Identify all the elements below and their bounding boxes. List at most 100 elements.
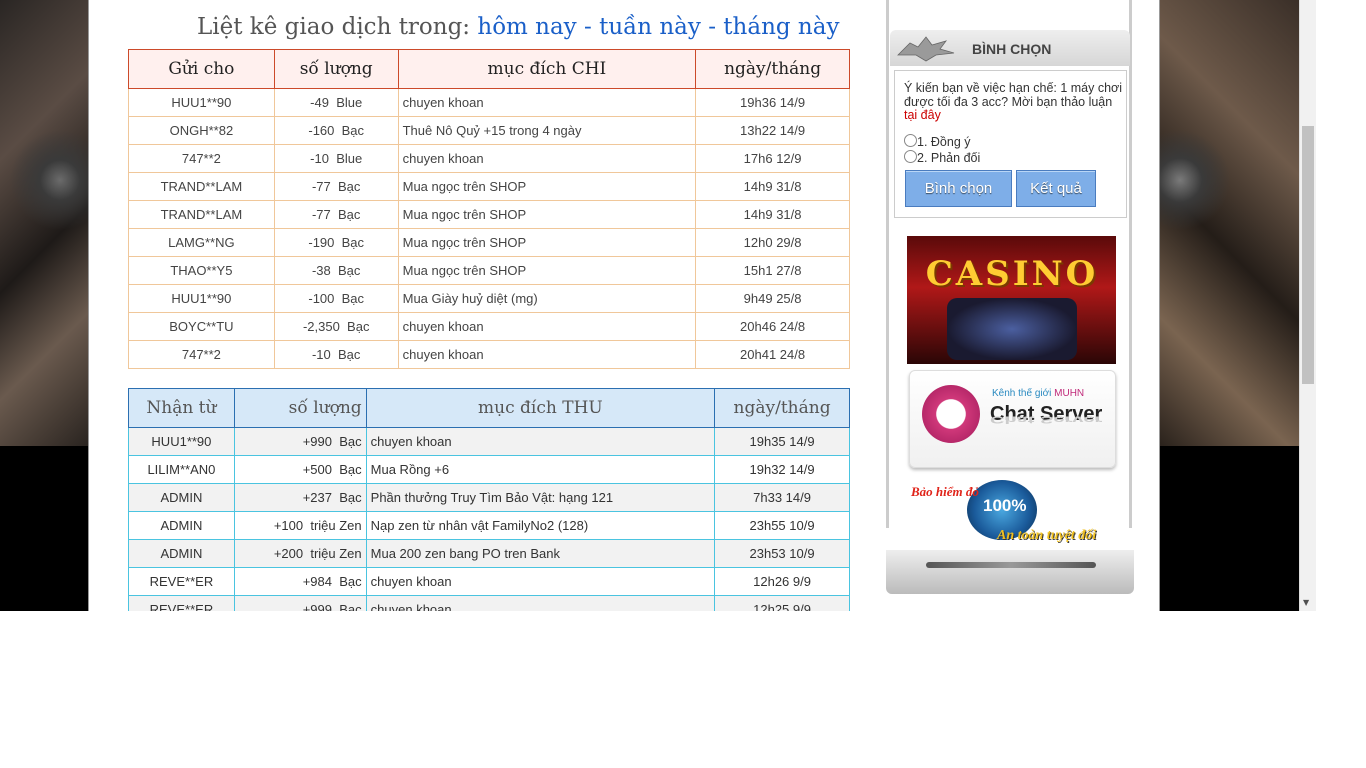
sender-cell: ADMIN (128, 483, 235, 512)
amount-cell: -49 Blue (273, 88, 399, 117)
sender-cell: ADMIN (128, 539, 235, 568)
recipient-cell: ONGH**82 (128, 116, 275, 145)
amount-cell: +500 Bạc (233, 455, 367, 484)
amount-cell: -10 Bạc (273, 340, 399, 369)
income-table: Nhận từ số lượng mục đích THU ngày/tháng… (128, 388, 850, 611)
scrollbar-thumb[interactable] (1302, 126, 1314, 384)
recipient-cell: TRAND**LAM (128, 200, 275, 229)
vote-button[interactable]: Bình chọn (905, 170, 1012, 207)
table-row: LAMG**NG -190 Bạc Mua ngọc trên SHOP 12h0 2… (128, 228, 850, 257)
scroll-down-arrow-icon[interactable]: ▼ (1303, 598, 1309, 607)
radio-button[interactable] (904, 134, 917, 147)
table-row: 747**2 -10 Bạc chuyen khoan 20h41 24/8 (128, 340, 850, 369)
currency-unit: Bạc (338, 179, 361, 194)
recipient-cell: HUU1**90 (128, 284, 275, 313)
amount-value: +100 (273, 518, 304, 533)
recipient-cell: TRAND**LAM (128, 172, 275, 201)
amount-cell: +100 triệu Zen (233, 511, 367, 540)
filter-today-link[interactable]: hôm nay (477, 14, 576, 40)
chat-server-banner[interactable]: Kênh thế giới MUHN Chat Server Chat Serv… (909, 370, 1116, 468)
purpose-cell: Mua 200 zen bang PO tren Bank (365, 539, 716, 568)
results-button[interactable]: Kết quả (1016, 170, 1096, 207)
filter-week-link[interactable]: tuần này (599, 14, 701, 40)
poll-discussion-link[interactable]: tại đây (904, 108, 941, 122)
amount-value: +500 (302, 462, 333, 477)
currency-unit: Bạc (341, 291, 365, 306)
purpose-cell: Mua ngọc trên SHOP (397, 228, 697, 257)
amount-cell: +990 Bạc (233, 427, 367, 456)
poll-option-disagree[interactable]: 2. Phản đối (904, 150, 980, 165)
currency-unit: Bạc (339, 462, 362, 477)
column-header: số lượng (273, 49, 399, 89)
radio-button[interactable] (904, 150, 917, 163)
casino-banner[interactable]: CASINO (907, 236, 1116, 364)
insurance-banner[interactable]: Bảo hiểm đỏ 100% An toàn tuyệt đối (909, 478, 1114, 550)
currency-unit: Bạc (339, 434, 362, 449)
amount-cell: +237 Bạc (233, 483, 367, 512)
poll-option-label: 1. Đồng ý (917, 135, 971, 149)
table-row: ADMIN +200 triệu Zen Mua 200 zen bang PO t… (128, 539, 850, 568)
guarantee-percent: 100% (983, 496, 1027, 515)
title-separator: - (708, 14, 716, 40)
date-cell: 12h0 29/8 (695, 228, 850, 257)
amount-cell: -100 Bạc (273, 284, 399, 313)
currency-unit: triệu Zen (310, 518, 362, 533)
date-cell: 14h9 31/8 (695, 172, 850, 201)
chat-banner-reflection: Chat Server (990, 414, 1103, 425)
poll-question-text: Ý kiến bạn về việc hạn chế: 1 máy chơi đ… (904, 81, 1123, 109)
amount-cell: +200 triệu Zen (233, 539, 367, 568)
poll-header: BÌNH CHỌN (890, 30, 1130, 66)
dragon-icon (897, 36, 955, 62)
sword-icon (926, 562, 1096, 568)
poll-heading: BÌNH CHỌN (972, 41, 1052, 57)
amount-value: +984 (302, 574, 333, 589)
table-row: LILIM**AN0 +500 Bạc Mua Rồng +6 19h32 14/9 (128, 455, 850, 484)
page-content: Liệt kê giao dịch trong: hôm nay - tuần … (88, 0, 1160, 611)
purpose-cell: Mua ngọc trên SHOP (397, 172, 697, 201)
date-cell: 23h53 10/9 (714, 539, 850, 568)
background-art-left (0, 0, 88, 446)
purpose-cell: Mua Rồng +6 (365, 455, 716, 484)
date-cell: 9h49 25/8 (695, 284, 850, 313)
amount-cell: -10 Blue (273, 144, 399, 173)
recipient-cell: THAO**Y5 (128, 256, 275, 285)
table-row: TRAND**LAM -77 Bạc Mua ngọc trên SHOP 14h9 … (128, 172, 850, 201)
amount-value: -49 (310, 95, 329, 110)
table-row: 747**2 -10 Blue chuyen khoan 17h6 12/9 (128, 144, 850, 173)
poll-option-agree[interactable]: 1. Đồng ý (904, 134, 971, 149)
purpose-cell: chuyen khoan (397, 312, 697, 341)
empty-area (0, 611, 1366, 768)
column-header: mục đích CHI (397, 49, 697, 89)
sender-cell: ADMIN (128, 511, 235, 540)
date-cell: 20h46 24/8 (695, 312, 850, 341)
amount-value: -38 (311, 263, 331, 278)
page-scrollbar[interactable]: ▼ (1299, 0, 1316, 611)
date-cell: 17h6 12/9 (695, 144, 850, 173)
recipient-cell: HUU1**90 (128, 88, 275, 117)
currency-unit: Bạc (339, 490, 362, 505)
poll-option-label: 2. Phản đối (917, 151, 981, 165)
amount-value: +237 (302, 490, 333, 505)
amount-value: +200 (273, 546, 304, 561)
table-row: HUU1**90 +990 Bạc chuyen khoan 19h35 14/9 (128, 427, 850, 456)
currency-unit: Bạc (338, 347, 361, 362)
sidebar: BÌNH CHỌN Ý kiến bạn về việc hạn chế: 1 … (886, 0, 1136, 611)
column-header: ngày/tháng (695, 49, 850, 89)
date-cell: 20h41 24/8 (695, 340, 850, 369)
chat-banner-subtitle: Kênh thế giới MUHN (992, 388, 1085, 399)
amount-cell: -160 Bạc (273, 116, 399, 145)
date-cell: 12h26 9/9 (714, 567, 850, 596)
filter-month-link[interactable]: tháng này (723, 14, 839, 40)
purpose-cell: chuyen khoan (365, 427, 716, 456)
amount-value: -190 (308, 235, 335, 250)
spending-table: Gửi cho số lượng mục đích CHI ngày/tháng… (128, 49, 850, 369)
amount-value: -77 (311, 207, 331, 222)
purpose-cell: Mua Giày huỷ diệt (mg) (397, 284, 697, 313)
sender-cell: HUU1**90 (128, 427, 235, 456)
date-cell: 19h36 14/9 (695, 88, 850, 117)
title-prefix: Liệt kê giao dịch trong: (197, 14, 471, 40)
date-cell: 23h55 10/9 (714, 511, 850, 540)
date-cell: 15h1 27/8 (695, 256, 850, 285)
currency-unit: Bạc (347, 319, 370, 334)
currency-unit: Bạc (338, 207, 361, 222)
